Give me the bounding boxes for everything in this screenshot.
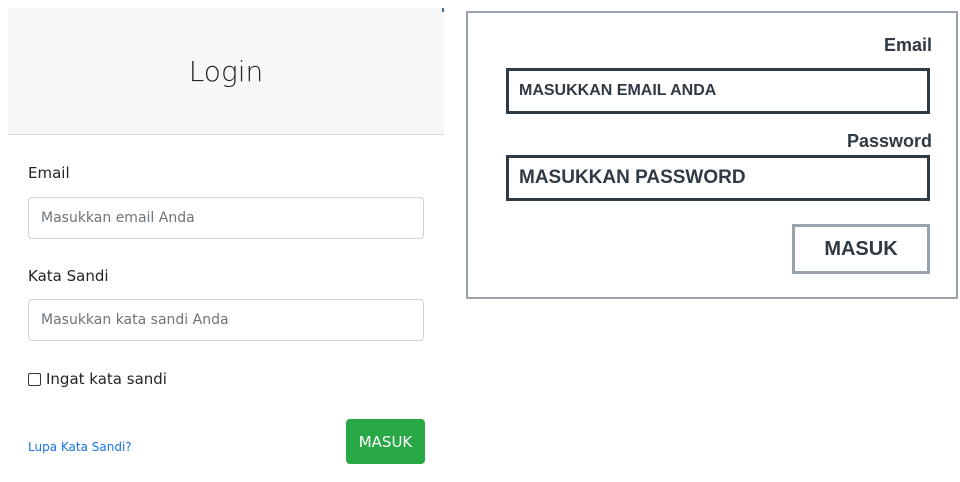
- login-card: Login Email Masukkan email Anda Kata San…: [8, 8, 444, 482]
- remember-row[interactable]: Ingat kata sandi: [28, 370, 167, 388]
- email-input[interactable]: Masukkan email Anda: [28, 197, 424, 239]
- card-header: Login: [8, 8, 444, 135]
- email-label: Email: [28, 164, 70, 182]
- password-input[interactable]: Masukkan kata sandi Anda: [28, 299, 424, 341]
- wireframe-email-input[interactable]: MASUKKAN EMAIL ANDA: [506, 68, 930, 114]
- remember-label: Ingat kata sandi: [46, 370, 167, 388]
- wireframe-password-label: Password: [846, 131, 932, 151]
- wireframe-submit-button[interactable]: MASUK: [792, 224, 930, 274]
- wireframe-password-input[interactable]: MASUKKAN PASSWORD: [506, 155, 930, 201]
- wireframe-email-placeholder: MASUKKAN EMAIL ANDA: [519, 82, 717, 99]
- wireframe-email-label: Email: [883, 35, 932, 55]
- submit-button[interactable]: MASUK: [346, 419, 425, 464]
- page-title: Login: [188, 54, 264, 88]
- password-placeholder: Masukkan kata sandi Anda: [41, 312, 229, 328]
- wireframe-password-placeholder: MASUKKAN PASSWORD: [519, 167, 746, 188]
- password-label: Kata Sandi: [28, 267, 109, 285]
- remember-checkbox[interactable]: [28, 372, 41, 386]
- comparison-page: Login Email Masukkan email Anda Kata San…: [0, 0, 960, 482]
- forgot-password-link[interactable]: Lupa Kata Sandi?: [28, 440, 132, 454]
- divider-tick: [442, 8, 444, 12]
- email-placeholder: Masukkan email Anda: [41, 210, 195, 226]
- wireframe-box: Email MASUKKAN EMAIL ANDA Password MASUK…: [466, 11, 958, 299]
